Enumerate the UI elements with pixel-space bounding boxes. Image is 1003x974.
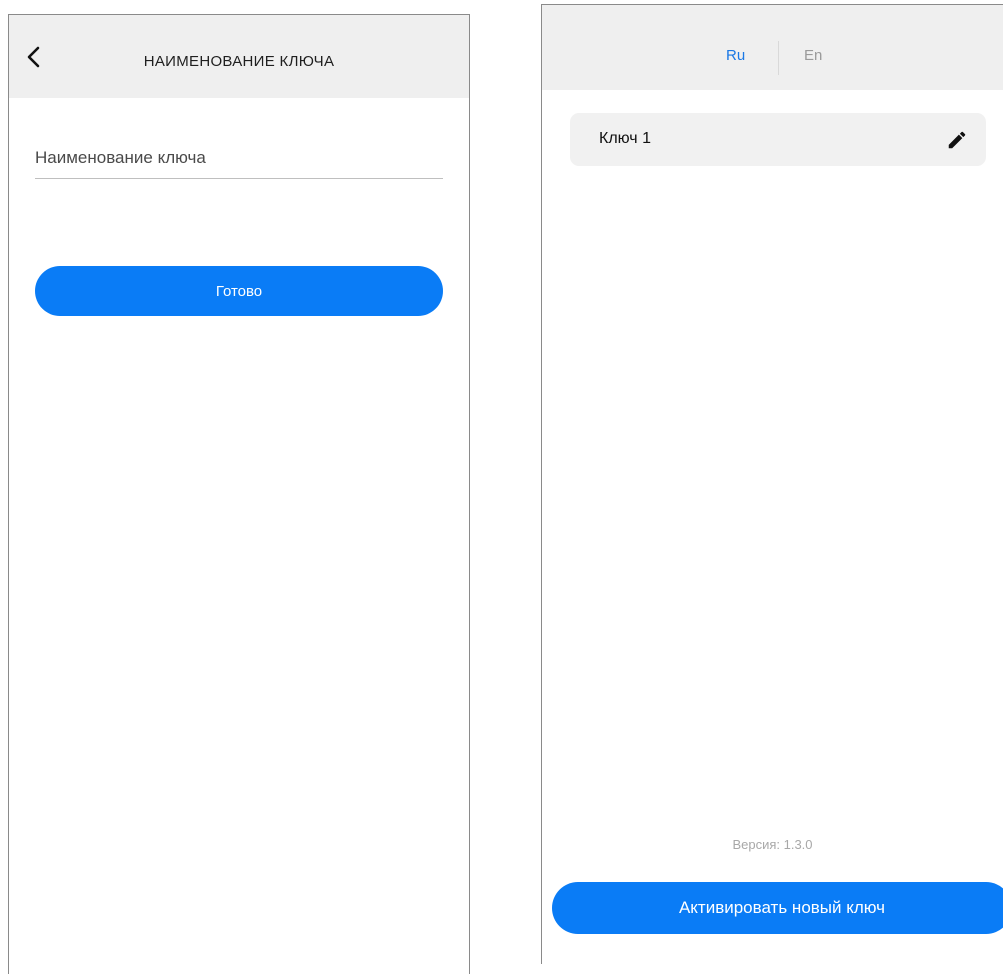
language-option-ru[interactable]: Ru: [726, 47, 745, 64]
done-button[interactable]: Готово: [35, 266, 443, 316]
edit-button[interactable]: [946, 129, 968, 151]
language-switch: Ru En: [542, 41, 1003, 77]
key-list-item[interactable]: Ключ 1: [570, 113, 986, 166]
keys-screen: Ru En Ключ 1 Версия: 1.3.0 Активировать …: [541, 4, 1003, 964]
header: Ru En: [542, 5, 1003, 90]
key-label: Ключ 1: [599, 130, 651, 147]
version-label: Версия: 1.3.0: [732, 837, 813, 852]
activate-new-key-button[interactable]: Активировать новый ключ: [552, 882, 1003, 934]
header: НАИМЕНОВАНИЕ КЛЮЧА: [9, 15, 469, 98]
key-name-screen: НАИМЕНОВАНИЕ КЛЮЧА Готово: [8, 14, 470, 974]
language-divider: [778, 41, 779, 75]
pencil-icon: [948, 131, 966, 149]
language-option-en[interactable]: En: [804, 47, 822, 64]
page-title: НАИМЕНОВАНИЕ КЛЮЧА: [143, 53, 335, 70]
key-name-input[interactable]: [35, 137, 443, 179]
